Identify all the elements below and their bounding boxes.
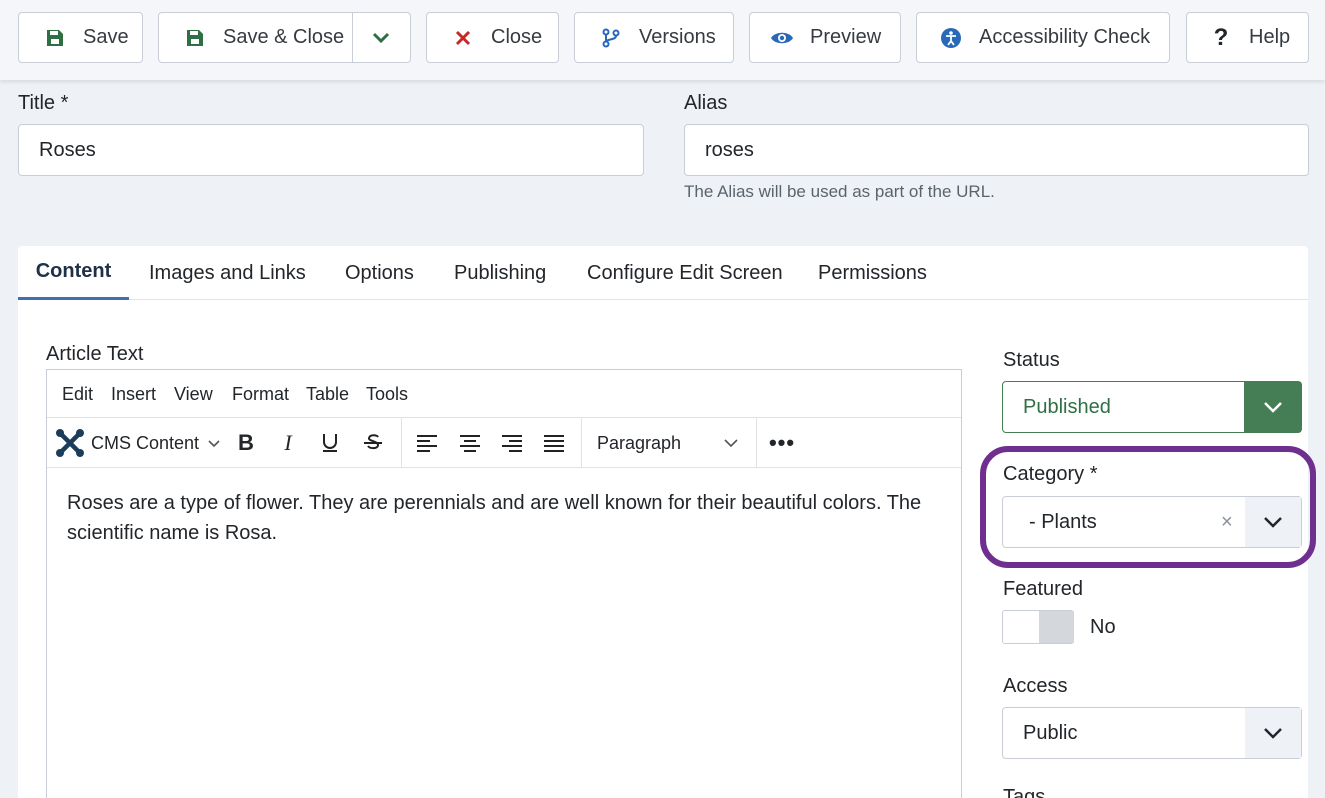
tab-permissions[interactable]: Permissions — [818, 246, 927, 300]
status-select[interactable]: Published — [1002, 381, 1302, 433]
justify-icon[interactable] — [533, 418, 575, 468]
paragraph-dropdown[interactable]: Paragraph — [587, 418, 749, 468]
save-close-button[interactable]: Save & Close — [223, 26, 344, 49]
close-label: Close — [491, 26, 543, 48]
category-select[interactable]: - Plants × — [1002, 496, 1302, 548]
save-button[interactable]: Save — [18, 12, 143, 63]
tab-configure-edit-screen[interactable]: Configure Edit Screen — [587, 246, 783, 300]
editor-format-toolbar: CMS Content B I Paragraph ••• — [47, 418, 961, 468]
chevron-down-icon — [1244, 382, 1301, 432]
tab-content[interactable]: Content — [18, 246, 129, 300]
tab-images-and-links[interactable]: Images and Links — [149, 246, 306, 300]
toolbar-separator — [401, 418, 402, 468]
help-button[interactable]: ? Help — [1186, 12, 1309, 63]
toolbar: Save Save & Close Close Versions Preview — [0, 0, 1325, 80]
toolbar-separator — [581, 418, 582, 468]
editor-body-text[interactable]: Roses are a type of flower. They are per… — [67, 488, 947, 548]
editor-menubar: Edit Insert View Format Table Tools — [47, 370, 961, 418]
article-text-label: Article Text — [46, 343, 144, 365]
align-right-icon[interactable] — [491, 418, 533, 468]
save-label: Save — [83, 26, 129, 48]
chevron-down-icon — [1245, 708, 1301, 758]
featured-toggle[interactable] — [1002, 610, 1074, 644]
accessibility-check-button[interactable]: Accessibility Check — [916, 12, 1170, 63]
access-select[interactable]: Public — [1002, 707, 1302, 759]
tab-publishing[interactable]: Publishing — [454, 246, 546, 300]
featured-label: Featured — [1003, 578, 1084, 600]
article-editor: Edit Insert View Format Table Tools CMS … — [46, 369, 962, 798]
close-button[interactable]: Close — [426, 12, 559, 63]
access-label: Access — [1003, 675, 1068, 697]
status-label: Status — [1003, 349, 1060, 371]
chevron-down-icon[interactable] — [371, 27, 391, 53]
toolbar-separator — [756, 418, 757, 468]
split-divider — [352, 13, 353, 62]
underline-icon[interactable] — [311, 418, 349, 468]
paragraph-label: Paragraph — [597, 432, 682, 453]
preview-button[interactable]: Preview — [749, 12, 901, 63]
help-label: Help — [1249, 26, 1291, 48]
more-icon[interactable]: ••• — [761, 418, 803, 468]
chevron-down-icon — [207, 436, 221, 450]
menu-format[interactable]: Format — [232, 384, 289, 405]
access-value: Public — [1023, 721, 1078, 744]
cms-content-dropdown[interactable]: CMS Content — [55, 418, 225, 468]
branch-icon — [599, 26, 623, 50]
close-icon — [451, 26, 475, 50]
preview-label: Preview — [810, 26, 882, 48]
alias-input[interactable]: roses — [684, 124, 1309, 176]
save-close-split: Save & Close — [158, 12, 411, 63]
chevron-down-icon — [1245, 497, 1301, 547]
status-value: Published — [1023, 395, 1111, 418]
align-center-icon[interactable] — [449, 418, 491, 468]
tab-bar: Content Images and Links Options Publish… — [18, 246, 1308, 300]
eye-icon — [770, 26, 794, 50]
category-value: - Plants — [1029, 510, 1097, 533]
alias-label: Alias — [684, 92, 728, 114]
menu-view[interactable]: View — [174, 384, 213, 405]
menu-insert[interactable]: Insert — [111, 384, 156, 405]
save-icon — [183, 26, 207, 50]
tags-label: Tags — [1003, 786, 1046, 798]
alias-hint: The Alias will be used as part of the UR… — [684, 182, 995, 201]
accessibility-icon — [939, 26, 963, 50]
menu-table[interactable]: Table — [306, 384, 349, 405]
italic-icon[interactable]: I — [269, 418, 307, 468]
category-label: Category * — [1003, 463, 1098, 485]
title-label: Title * — [18, 92, 69, 114]
clear-icon[interactable]: × — [1221, 511, 1233, 534]
cms-content-label: CMS Content — [91, 432, 200, 453]
menu-tools[interactable]: Tools — [366, 384, 408, 405]
versions-label: Versions — [639, 26, 716, 48]
joomla-icon — [55, 428, 85, 458]
featured-value: No — [1090, 616, 1116, 638]
chevron-down-icon — [723, 436, 739, 450]
versions-button[interactable]: Versions — [574, 12, 734, 63]
menu-edit[interactable]: Edit — [62, 384, 93, 405]
bold-icon[interactable]: B — [227, 418, 265, 468]
strikethrough-icon[interactable] — [353, 418, 393, 468]
align-left-icon[interactable] — [407, 418, 447, 468]
toggle-knob — [1039, 611, 1074, 643]
tab-options[interactable]: Options — [345, 246, 414, 300]
save-icon — [43, 26, 67, 50]
question-icon: ? — [1213, 23, 1229, 51]
accessibility-label: Accessibility Check — [979, 26, 1151, 48]
title-input[interactable]: Roses — [18, 124, 644, 176]
